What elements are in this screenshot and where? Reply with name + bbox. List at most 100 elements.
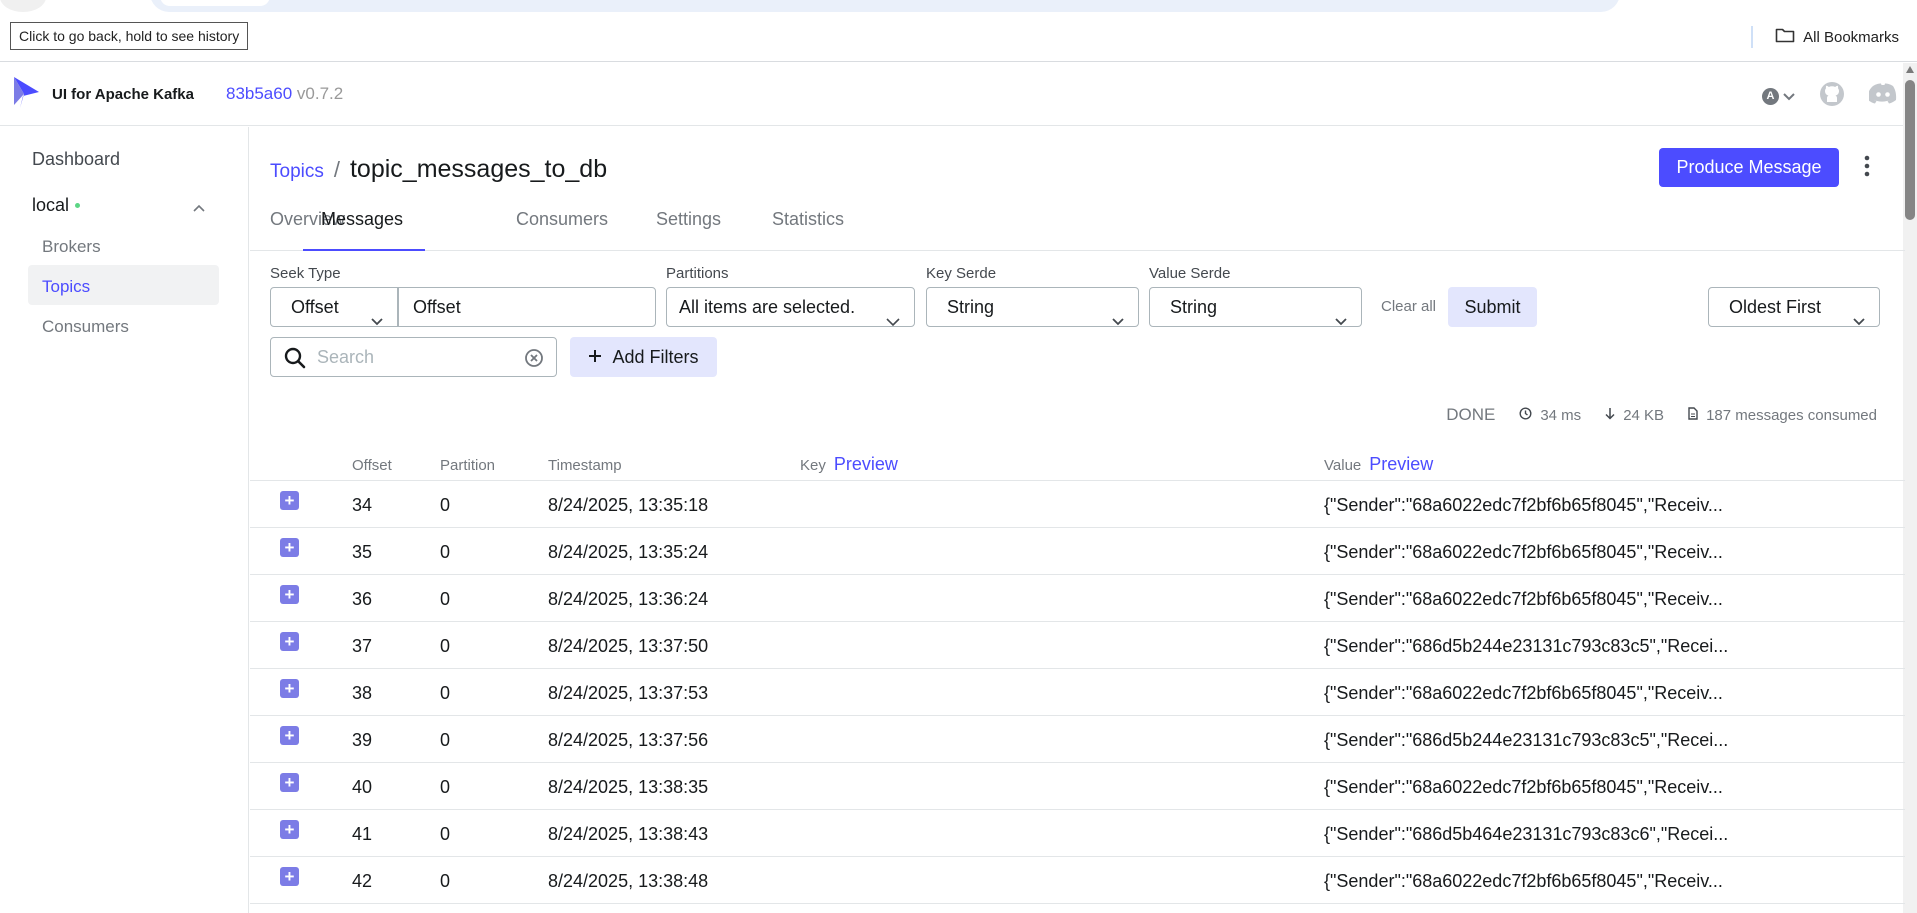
sidebar-item-consumers[interactable]: Consumers: [42, 317, 129, 337]
submit-button[interactable]: Submit: [1448, 287, 1537, 327]
key-preview-link[interactable]: Preview: [834, 454, 898, 474]
table-row[interactable]: +38 0 8/24/2025, 13:37:53 {"Sender":"68a602…: [250, 669, 1905, 716]
cell-value: {"Sender":"686d5b244e23131c793c83c5","Re…: [1324, 636, 1729, 656]
breadcrumb: Topics / topic_messages_to_db: [270, 155, 607, 184]
sidebar-item-topics[interactable]: Topics: [42, 277, 90, 297]
column-offset: Offset: [352, 457, 392, 474]
clear-circle-icon[interactable]: [524, 348, 544, 373]
cell-partition: 0: [440, 636, 451, 656]
column-timestamp: Timestamp: [548, 457, 622, 474]
sidebar-cluster-local[interactable]: local: [32, 195, 81, 216]
cell-offset: 42: [352, 871, 373, 891]
tab-consumers[interactable]: Consumers: [516, 209, 608, 251]
expand-row-plus-icon[interactable]: +: [280, 538, 299, 557]
arrow-down-icon: [1605, 407, 1615, 424]
sidebar-item-brokers[interactable]: Brokers: [42, 237, 101, 257]
breadcrumb-topics-link[interactable]: Topics: [270, 161, 324, 183]
value-serde-select[interactable]: String: [1149, 287, 1362, 327]
version-info[interactable]: 83b5a60 v0.7.2: [226, 84, 343, 104]
sort-order-select[interactable]: Oldest First: [1708, 287, 1880, 327]
expand-row-plus-icon[interactable]: +: [280, 726, 299, 745]
chevron-down-icon: [371, 301, 383, 339]
search-input[interactable]: Search: [317, 347, 374, 368]
chevron-up-icon[interactable]: [193, 199, 205, 217]
sort-order-value: Oldest First: [1729, 297, 1822, 317]
clock-icon: [1519, 406, 1532, 424]
expand-row-plus-icon[interactable]: +: [280, 679, 299, 698]
scrollbar-thumb[interactable]: [1905, 80, 1915, 220]
table-row[interactable]: +36 0 8/24/2025, 13:36:24 {"Sender":"68a602…: [250, 575, 1905, 622]
seek-type-select[interactable]: Offset: [270, 287, 398, 327]
partitions-select[interactable]: All items are selected.: [666, 287, 915, 327]
tab-messages[interactable]: Messages: [303, 209, 425, 251]
expand-row-plus-icon[interactable]: +: [280, 820, 299, 839]
github-icon[interactable]: [1819, 81, 1845, 112]
table-row[interactable]: +34 0 8/24/2025, 13:35:18 {"Sender":"68a602…: [250, 481, 1905, 528]
commit-hash[interactable]: 83b5a60: [226, 84, 292, 103]
status-state: DONE: [1446, 405, 1496, 424]
all-bookmarks-button[interactable]: All Bookmarks: [1751, 26, 1899, 48]
add-filters-button[interactable]: Add Filters: [570, 337, 717, 377]
cell-timestamp: 8/24/2025, 13:36:24: [548, 589, 709, 609]
cell-partition: 0: [440, 683, 451, 703]
expand-row-plus-icon[interactable]: +: [280, 867, 299, 886]
chevron-down-icon: [1783, 88, 1795, 106]
search-field[interactable]: Search: [270, 337, 557, 377]
seek-type-value: Offset: [291, 297, 339, 317]
expand-row-plus-icon[interactable]: +: [280, 585, 299, 604]
cell-timestamp: 8/24/2025, 13:37:56: [548, 730, 709, 750]
expand-row-plus-icon[interactable]: +: [280, 632, 299, 651]
cell-timestamp: 8/24/2025, 13:35:24: [548, 542, 709, 562]
cell-value: {"Sender":"686d5b464e23131c793c83c6","Re…: [1324, 824, 1729, 844]
cell-partition: 0: [440, 777, 451, 797]
header-actions: A: [1762, 81, 1897, 112]
cell-offset: 35: [352, 542, 373, 562]
cell-timestamp: 8/24/2025, 13:38:43: [548, 824, 709, 844]
back-button[interactable]: [0, 0, 46, 12]
app-logo-link[interactable]: UI for Apache Kafka: [12, 75, 194, 114]
value-preview-link[interactable]: Preview: [1369, 454, 1433, 474]
topic-tabs: Overview Messages Consumers Settings Sta…: [250, 199, 1905, 251]
cell-value: {"Sender":"68a6022edc7f2bf6b65f8045","Re…: [1324, 777, 1723, 797]
cell-value: {"Sender":"68a6022edc7f2bf6b65f8045","Re…: [1324, 683, 1723, 703]
plus-icon: [588, 347, 602, 368]
sidebar-item-dashboard[interactable]: Dashboard: [32, 149, 120, 170]
cell-offset: 41: [352, 824, 373, 844]
sidebar-nav: Dashboard local Brokers Topics Consumers: [0, 127, 249, 913]
cell-value: {"Sender":"686d5b244e23131c793c83c5","Re…: [1324, 730, 1729, 750]
expand-row-plus-icon[interactable]: +: [280, 491, 299, 510]
discord-icon[interactable]: [1867, 83, 1897, 110]
table-row[interactable]: +40 0 8/24/2025, 13:38:35 {"Sender":"68a602…: [250, 763, 1905, 810]
column-key: Key Preview: [800, 454, 898, 475]
consumed-value: 187 messages consumed: [1706, 406, 1877, 424]
elapsed-value: 34 ms: [1540, 406, 1582, 424]
column-value: Value Preview: [1324, 454, 1433, 475]
offset-input[interactable]: Offset: [398, 287, 656, 327]
language-select[interactable]: A: [1762, 88, 1795, 106]
table-row[interactable]: +39 0 8/24/2025, 13:37:56 {"Sender":"686d5b…: [250, 716, 1905, 763]
table-row[interactable]: +41 0 8/24/2025, 13:38:43 {"Sender":"686d5b…: [250, 810, 1905, 857]
tab-statistics[interactable]: Statistics: [772, 209, 844, 251]
tab-settings[interactable]: Settings: [656, 209, 721, 251]
column-partition: Partition: [440, 457, 496, 474]
browser-toolbar: Click to go back, hold to see history Al…: [0, 0, 1917, 62]
cell-offset: 37: [352, 636, 373, 656]
clear-all-button[interactable]: Clear all: [1381, 298, 1436, 315]
table-row[interactable]: +42 0 8/24/2025, 13:38:48 {"Sender":"68a602…: [250, 857, 1905, 904]
produce-message-button[interactable]: Produce Message: [1659, 148, 1839, 187]
key-serde-select[interactable]: String: [926, 287, 1139, 327]
site-info-chip[interactable]: [160, 0, 270, 6]
table-row[interactable]: +37 0 8/24/2025, 13:37:50 {"Sender":"686d5b…: [250, 622, 1905, 669]
back-tooltip: Click to go back, hold to see history: [10, 22, 249, 50]
table-row[interactable]: +35 0 8/24/2025, 13:35:24 {"Sender":"68a602…: [250, 528, 1905, 575]
cell-offset: 39: [352, 730, 373, 750]
value-label: Value: [1324, 457, 1362, 474]
kebab-menu-icon[interactable]: [1864, 155, 1870, 182]
address-bar[interactable]: [150, 0, 1620, 12]
cell-value: {"Sender":"68a6022edc7f2bf6b65f8045","Re…: [1324, 871, 1723, 891]
cell-partition: 0: [440, 824, 451, 844]
cell-value: {"Sender":"68a6022edc7f2bf6b65f8045","Re…: [1324, 495, 1723, 515]
scroll-up-arrow[interactable]: [1906, 66, 1914, 73]
chevron-down-icon: [1335, 301, 1347, 339]
expand-row-plus-icon[interactable]: +: [280, 773, 299, 792]
